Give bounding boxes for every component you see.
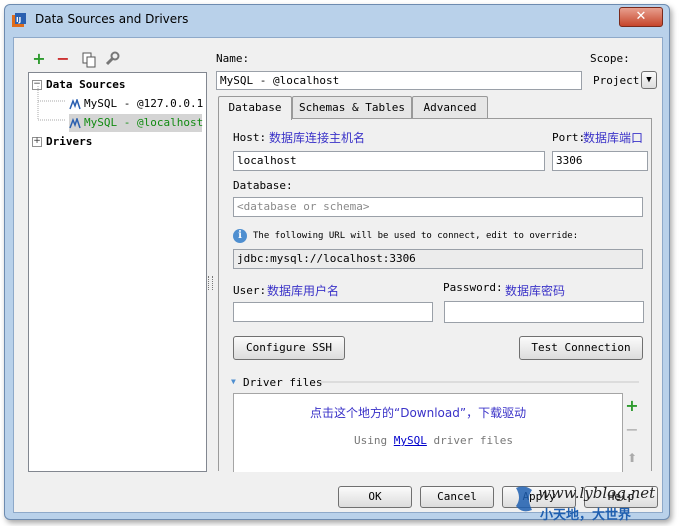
window-title: Data Sources and Drivers <box>35 12 189 26</box>
driver-files-label: Driver files <box>243 376 323 389</box>
scope-dropdown-button[interactable]: ▼ <box>641 71 657 89</box>
ok-button[interactable]: OK <box>338 486 412 508</box>
close-button[interactable]: ✕ <box>619 7 663 27</box>
port-annotation: 数据库端口 <box>583 131 644 145</box>
add-icon[interactable]: + <box>30 50 48 68</box>
svg-text:IJ: IJ <box>16 16 21 24</box>
section-divider <box>321 381 639 383</box>
host-annotation: 数据库连接主机名 <box>269 131 366 145</box>
database-field[interactable]: <database or schema> <box>233 197 643 217</box>
tree-item-mysql-127[interactable]: MySQL - @127.0.0.1 <box>69 95 203 113</box>
add-driver-icon[interactable]: + <box>623 397 641 415</box>
download-annotation: 点击这个地方的“Download”，下载驱动 <box>310 406 527 420</box>
watermark-logo-icon <box>516 486 532 512</box>
host-field[interactable]: localhost <box>233 151 545 171</box>
tab-schemas-tables[interactable]: Schemas & Tables <box>292 96 412 119</box>
panel-splitter[interactable] <box>208 276 213 290</box>
tree-node-drivers[interactable]: + Drivers <box>32 133 92 151</box>
database-tab-panel: Host: 数据库连接主机名 localhost Port: 数据库端口 330… <box>218 118 652 472</box>
title-bar: IJ Data Sources and Drivers ✕ <box>5 5 669 33</box>
tab-database[interactable]: Database <box>218 96 292 120</box>
chevron-down-icon: ▼ <box>646 75 652 85</box>
data-sources-tree[interactable]: − Data Sources MySQL - @127.0.0.1 MySQL -… <box>28 72 207 472</box>
password-field[interactable] <box>444 301 644 323</box>
url-field[interactable]: jdbc:mysql://localhost:3306 <box>233 249 643 269</box>
tree-item-label: MySQL - @localhost <box>84 116 204 129</box>
expand-icon[interactable]: + <box>32 137 42 147</box>
tree-item-mysql-localhost[interactable]: MySQL - @localhost <box>69 114 204 132</box>
dialog-body: + − − Data Sources MySQL - @127.0.0.1 MyS… <box>13 37 663 513</box>
driver-files-hint: Using MySQL driver files <box>354 434 513 447</box>
remove-icon[interactable]: − <box>54 50 72 68</box>
remove-driver-icon[interactable]: − <box>623 421 641 439</box>
url-hint: The following URL will be used to connec… <box>253 231 579 241</box>
tab-advanced[interactable]: Advanced <box>412 96 488 119</box>
password-annotation: 数据库密码 <box>505 284 566 298</box>
configure-ssh-button[interactable]: Configure SSH <box>233 336 345 360</box>
scope-value: Project <box>593 74 640 87</box>
dialog-window: IJ Data Sources and Drivers ✕ + − − Data … <box>4 4 670 520</box>
info-icon: i <box>233 229 247 243</box>
host-label: Host: <box>233 131 267 144</box>
tree-item-label: MySQL - @127.0.0.1 <box>84 97 204 110</box>
close-icon: ✕ <box>635 9 647 24</box>
expand-driver-files-icon[interactable]: ▼ <box>231 377 236 386</box>
copy-icon[interactable] <box>82 52 96 68</box>
database-label: Database: <box>233 179 293 192</box>
mysql-driver-link[interactable]: MySQL <box>394 434 427 447</box>
driver-hint-suffix: driver files <box>433 434 513 447</box>
app-icon: IJ <box>12 13 26 27</box>
watermark: www.lyblog.net 小天地，大世界 <box>512 484 682 524</box>
user-field[interactable] <box>233 302 433 322</box>
user-annotation: 数据库用户名 <box>267 284 340 298</box>
port-field[interactable]: 3306 <box>552 151 648 171</box>
password-label: Password: <box>443 281 503 294</box>
driver-hint-prefix: Using <box>354 434 388 447</box>
port-label: Port: <box>552 131 586 144</box>
wrench-icon[interactable] <box>104 51 120 67</box>
cancel-button[interactable]: Cancel <box>420 486 494 508</box>
name-field[interactable]: MySQL - @localhost <box>216 71 582 90</box>
tree-guide-lines <box>37 86 65 121</box>
tree-label-drivers: Drivers <box>46 135 93 148</box>
driver-files-list[interactable]: 点击这个地方的“Download”，下载驱动 Using MySQL drive… <box>233 393 623 472</box>
move-up-icon[interactable]: ⬆ <box>623 449 641 467</box>
user-label: User: <box>233 284 267 297</box>
test-connection-button[interactable]: Test Connection <box>519 336 643 360</box>
watermark-slogan: 小天地，大世界 <box>540 508 632 523</box>
scope-label: Scope: <box>590 52 630 65</box>
watermark-url: www.lyblog.net <box>538 484 656 502</box>
name-label: Name: <box>216 52 250 65</box>
